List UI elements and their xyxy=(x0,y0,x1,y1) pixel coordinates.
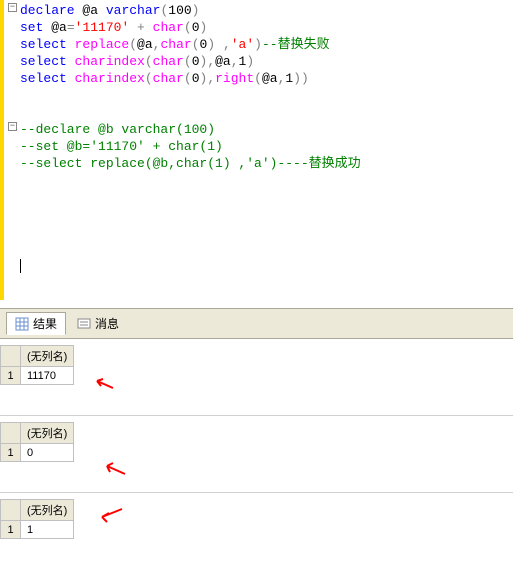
code-line: select charindex(char(0),right(@a,1)) xyxy=(20,70,513,87)
row-number[interactable]: 1 xyxy=(1,444,21,462)
result-grid-1: (无列名) 111170 xyxy=(0,345,513,385)
column-header[interactable]: (无列名) xyxy=(21,423,74,444)
result-table[interactable]: (无列名) 111170 xyxy=(0,345,74,385)
result-table[interactable]: (无列名) 11 xyxy=(0,499,74,539)
grid-corner xyxy=(1,423,21,444)
row-number[interactable]: 1 xyxy=(1,367,21,385)
code-line: --declare @b varchar(100) xyxy=(20,121,513,138)
tab-label: 结果 xyxy=(33,315,57,332)
annotation-arrow-icon xyxy=(105,458,135,478)
grid-corner xyxy=(1,500,21,521)
cell-value[interactable]: 1 xyxy=(21,521,74,539)
sql-editor[interactable]: declare @a varchar(100) set @a='11170' +… xyxy=(0,0,513,300)
grid-corner xyxy=(1,346,21,367)
message-icon xyxy=(77,317,91,331)
code-line: select charindex(char(0),@a,1) xyxy=(20,53,513,70)
result-grid-3: (无列名) 11 xyxy=(0,499,513,539)
cell-value[interactable]: 0 xyxy=(21,444,74,462)
code-line: declare @a varchar(100) xyxy=(20,2,513,19)
tab-messages[interactable]: 消息 xyxy=(68,312,128,335)
text-cursor xyxy=(20,259,21,273)
separator xyxy=(0,415,513,416)
row-number[interactable]: 1 xyxy=(1,521,21,539)
annotation-arrow-icon xyxy=(95,373,125,393)
result-table[interactable]: (无列名) 10 xyxy=(0,422,74,462)
separator xyxy=(0,492,513,493)
column-header[interactable]: (无列名) xyxy=(21,346,74,367)
grid-icon xyxy=(15,317,29,331)
code-line: --select replace(@b,char(1) ,'a')----替换成… xyxy=(20,155,513,172)
annotation-arrow-icon xyxy=(100,505,130,525)
cell-value[interactable]: 11170 xyxy=(21,367,74,385)
code-line: select replace(@a,char(0) ,'a')--替换失败 xyxy=(20,36,513,53)
code-line: --set @b='11170' + char(1) xyxy=(20,138,513,155)
results-tabs: 结果 消息 xyxy=(0,308,513,339)
fold-icon[interactable] xyxy=(8,3,17,12)
tab-label: 消息 xyxy=(95,315,119,332)
result-grid-2: (无列名) 10 xyxy=(0,422,513,462)
column-header[interactable]: (无列名) xyxy=(21,500,74,521)
code-line: set @a='11170' + char(0) xyxy=(20,19,513,36)
tab-results[interactable]: 结果 xyxy=(6,312,66,335)
fold-icon[interactable] xyxy=(8,122,17,131)
